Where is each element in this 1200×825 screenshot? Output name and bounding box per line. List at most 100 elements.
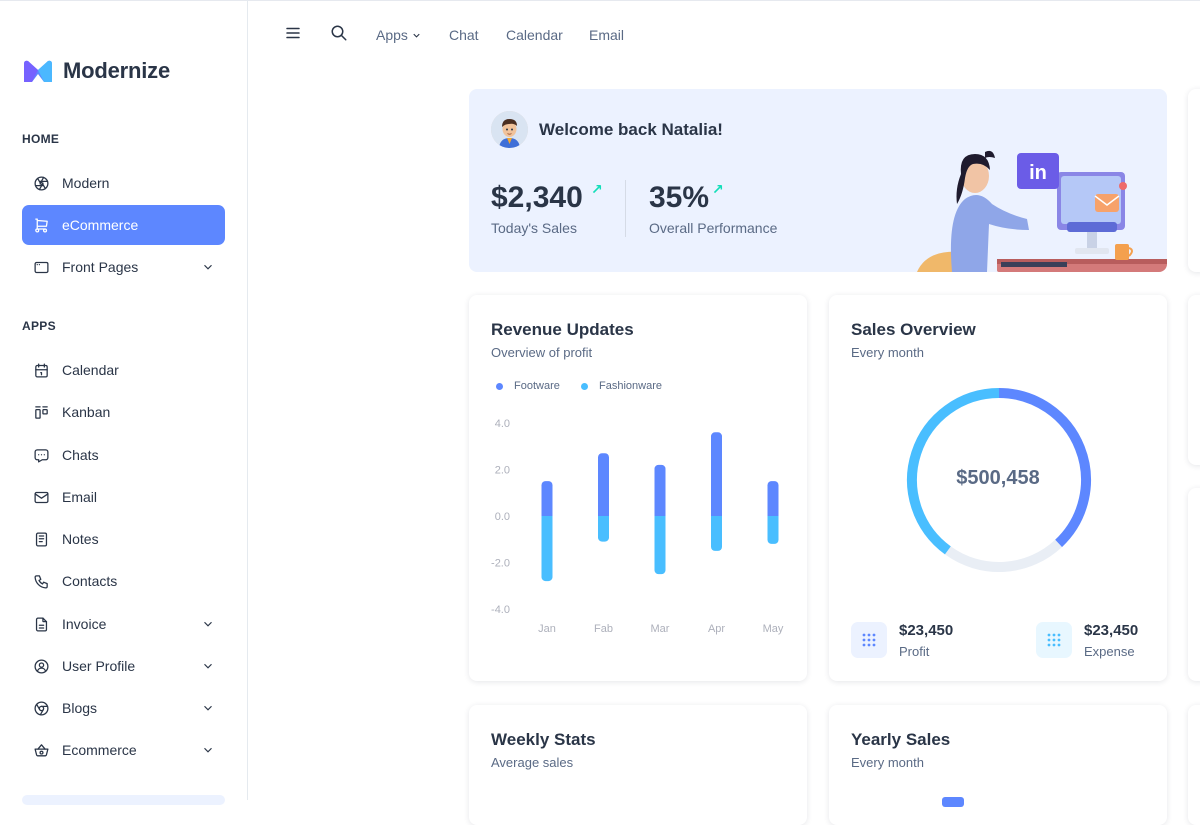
stat-divider — [625, 180, 626, 237]
avatar — [491, 111, 528, 148]
expense-label: Expense — [1084, 644, 1135, 659]
kanban-icon — [32, 403, 50, 421]
phone-icon — [32, 572, 50, 590]
grid-dots-icon — [1036, 622, 1072, 658]
topbar-link-calendar[interactable]: Calendar — [506, 26, 563, 44]
expense-value: $23,450 — [1084, 622, 1139, 639]
sidebar-item-label: Front Pages — [62, 259, 139, 275]
sidebar-item-label: Chats — [62, 447, 99, 463]
y-tick-label: 2.0 — [495, 465, 510, 477]
bar-joint — [711, 512, 722, 516]
trend-up-icon: ↗ — [591, 181, 603, 197]
sidebar-item-contacts[interactable]: Contacts — [22, 561, 225, 601]
sidebar-item-label: Contacts — [62, 573, 118, 589]
user-circle-icon — [32, 657, 50, 675]
card-title: Yearly Sales — [851, 730, 951, 749]
brand-logo[interactable]: Modernize — [22, 56, 170, 86]
bar-joint — [598, 516, 609, 520]
weekly-stats-card: Weekly Stats Average sales — [469, 705, 807, 825]
x-tick-label: May — [763, 623, 784, 635]
trend-up-icon: ↗ — [712, 181, 724, 197]
sidebar-item-ecommerce-menu[interactable]: Ecommerce — [22, 730, 225, 770]
sidebar-item-blogs[interactable]: Blogs — [22, 688, 225, 728]
chat-icon — [32, 446, 50, 464]
topbar-link-chat[interactable]: Chat — [449, 26, 479, 44]
sidebar-item-label: Notes — [62, 531, 99, 547]
search-icon[interactable] — [330, 24, 350, 44]
y-tick-label: 0.0 — [495, 511, 510, 523]
sales-overview-card: Sales Overview Every month $500,458 $23,… — [829, 295, 1167, 681]
card-subtitle: Average sales — [491, 755, 574, 770]
bar-fashionware-jan[interactable] — [541, 516, 553, 582]
bar-fashionware-mar[interactable] — [654, 516, 666, 575]
x-tick-label: Mar — [651, 623, 670, 635]
bar-joint — [541, 512, 553, 516]
sidebar-item-invoice[interactable]: Invoice — [22, 604, 225, 644]
partial-card — [1188, 488, 1200, 681]
sidebar-item-email[interactable]: Email — [22, 477, 225, 517]
chevron-down-icon — [201, 659, 215, 673]
chevron-down-icon — [201, 617, 215, 631]
performance-label: Overall Performance — [649, 220, 778, 236]
brand-name: Modernize — [63, 58, 170, 83]
sidebar-item-label: Invoice — [62, 616, 107, 632]
basket-icon — [32, 741, 50, 759]
bar-joint — [767, 512, 779, 516]
bar-footware-may[interactable] — [767, 481, 779, 516]
file-text-icon — [32, 615, 50, 633]
sidebar-item-chats[interactable]: Chats — [22, 435, 225, 475]
y-tick-label: -2.0 — [491, 558, 510, 570]
sales-value: $2,340 — [491, 181, 583, 214]
bar-footware-fab[interactable] — [598, 453, 609, 516]
sidebar-item-front-pages[interactable]: Front Pages — [22, 247, 225, 287]
menu-toggle-icon[interactable] — [284, 24, 304, 44]
yearly-bar — [942, 797, 964, 807]
bar-joint — [711, 516, 722, 520]
partial-card — [1188, 89, 1200, 272]
sales-label: Today's Sales — [491, 220, 577, 236]
bar-footware-apr[interactable] — [711, 432, 722, 516]
bar-fashionware-may[interactable] — [767, 516, 779, 544]
chevron-down-icon — [201, 743, 215, 757]
sidebar-item-label: Kanban — [62, 404, 111, 420]
profit-value: $23,450 — [899, 622, 954, 639]
sidebar-item-user-profile[interactable]: User Profile — [22, 646, 225, 686]
topbar-link-email[interactable]: Email — [589, 26, 624, 44]
bar-joint — [654, 516, 666, 520]
x-tick-label: Fab — [594, 623, 613, 635]
app-window-icon — [32, 258, 50, 276]
bar-fashionware-apr[interactable] — [711, 516, 722, 551]
sidebar-item-label: Calendar — [62, 362, 119, 378]
bar-joint — [767, 516, 779, 520]
sidebar-item-label: Blogs — [62, 700, 98, 716]
apps-dropdown[interactable]: Apps — [376, 26, 422, 44]
yearly-sales-card: Yearly Sales Every month — [829, 705, 1167, 825]
card-title: Weekly Stats — [491, 730, 596, 749]
welcome-card: Welcome back Natalia! $2,340 ↗ Today's S… — [469, 89, 1167, 272]
mail-icon — [32, 488, 50, 506]
sidebar-item-notes[interactable]: Notes — [22, 519, 225, 559]
chevron-down-icon — [201, 701, 215, 715]
revenue-updates-card: Revenue Updates Overview of profit Footw… — [469, 295, 807, 681]
sidebar-item-kanban[interactable]: Kanban — [22, 392, 225, 432]
chrome-icon — [32, 699, 50, 717]
partial-card — [1188, 705, 1200, 825]
sidebar-item-calendar[interactable]: Calendar — [22, 350, 225, 390]
y-tick-label: 4.0 — [495, 418, 510, 430]
shopping-cart-icon — [32, 216, 50, 234]
profit-label: Profit — [899, 644, 930, 659]
bar-footware-mar[interactable] — [654, 464, 666, 516]
apps-label: Apps — [376, 27, 408, 43]
donut-slice[interactable] — [944, 539, 1062, 572]
card-subtitle: Every month — [851, 755, 924, 770]
sidebar-item-modern[interactable]: Modern — [22, 163, 225, 203]
section-title-apps: APPS — [22, 319, 56, 333]
sidebar-item-label: Modern — [62, 175, 110, 191]
revenue-bar-chart: 4.0 2.0 0.0 -2.0 -4.0 Jan Fab Mar Apr May — [491, 418, 784, 635]
sidebar-item-label: Email — [62, 489, 98, 505]
sidebar-item-ecommerce[interactable]: eCommerce — [22, 205, 225, 245]
chevron-down-icon — [413, 33, 420, 38]
bar-footware-jan[interactable] — [541, 481, 553, 516]
section-title-home: HOME — [22, 132, 60, 146]
bar-joint — [598, 512, 609, 516]
